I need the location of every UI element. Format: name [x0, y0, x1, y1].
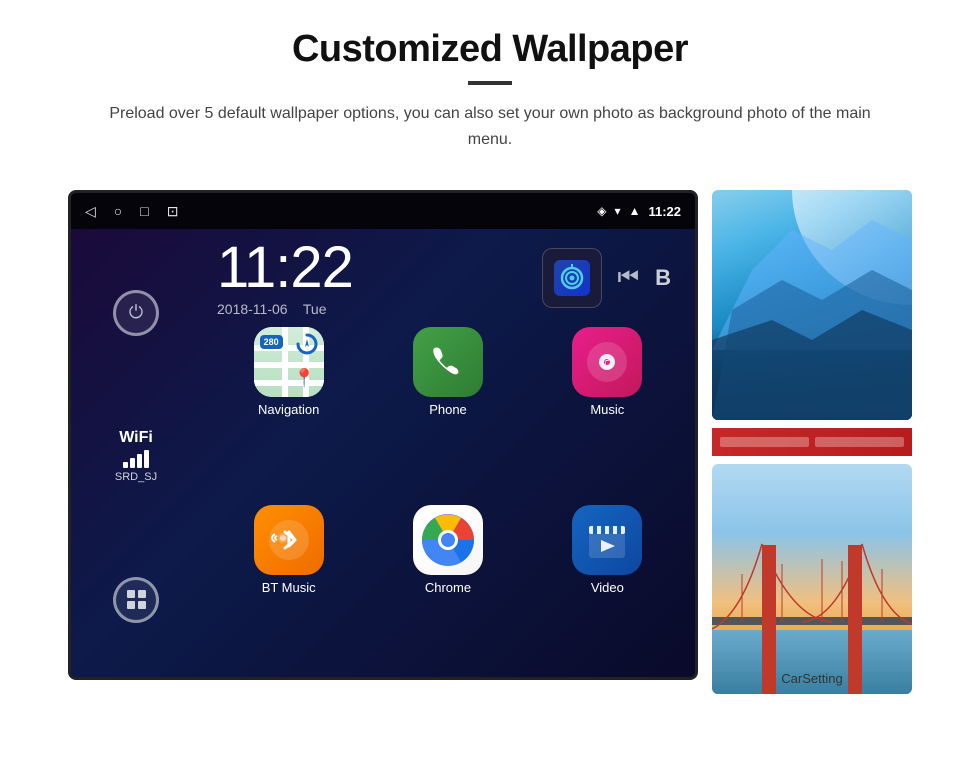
ice-svg: [712, 190, 912, 420]
mid-strip-bar2: [815, 437, 904, 447]
status-bar: ◁ ○ □ ⊡ ◈ ▾ ▲ 11:22: [71, 193, 695, 229]
status-bar-left: ◁ ○ □ ⊡: [85, 203, 178, 220]
wifi-widget: WiFi SRD_SJ: [115, 429, 157, 483]
chrome-icon: [413, 505, 483, 575]
phone-label: Phone: [429, 402, 467, 417]
wifi-ssid: SRD_SJ: [115, 471, 157, 483]
music-svg: ♫: [585, 340, 629, 384]
page-title: Customized Wallpaper: [40, 28, 940, 71]
navigation-icon: 280 📍: [254, 327, 324, 397]
content-area: ◁ ○ □ ⊡ ◈ ▾ ▲ 11:22 ⏻ WiFi: [0, 162, 980, 714]
grid-icon: [127, 590, 146, 609]
video-icon: [572, 505, 642, 575]
phone-app[interactable]: Phone: [372, 327, 523, 497]
video-app[interactable]: Video: [532, 505, 683, 675]
music-app[interactable]: ♫ Music: [532, 327, 683, 497]
wifi-bar-4: [144, 450, 149, 468]
phone-icon: [413, 327, 483, 397]
screenshot-nav-icon[interactable]: ⊡: [167, 203, 179, 220]
svg-text:♫: ♫: [601, 355, 613, 372]
radio-icon: [554, 260, 590, 296]
device-sidebar: ⏻ WiFi SRD_SJ: [71, 229, 201, 680]
grid-dot: [138, 590, 146, 598]
navigation-label: Navigation: [258, 402, 319, 417]
bt-music-label: BT Music: [262, 580, 316, 595]
clock-date: 2018-11-06 Tue: [217, 301, 353, 317]
power-button[interactable]: ⏻: [113, 290, 159, 336]
wifi-bar-2: [130, 458, 135, 468]
device-content: ⏻ WiFi SRD_SJ: [71, 229, 695, 680]
bridge-cables-svg: [712, 464, 912, 694]
music-label: Music: [590, 402, 624, 417]
status-time: 11:22: [648, 204, 681, 219]
mid-strip: [712, 428, 912, 456]
grid-dot: [127, 601, 135, 609]
apps-grid: 280 📍 Navigation: [201, 323, 695, 680]
grid-dot: [127, 590, 135, 598]
clock-display: 11:22 2018-11-06 Tue: [217, 239, 353, 317]
page-description: Preload over 5 default wallpaper options…: [100, 101, 880, 152]
wifi-bar-3: [137, 454, 142, 468]
chrome-svg: [420, 512, 476, 568]
status-bar-right: ◈ ▾ ▲ 11:22: [597, 204, 681, 219]
compass-icon: [296, 333, 318, 355]
device-frame: ◁ ○ □ ⊡ ◈ ▾ ▲ 11:22 ⏻ WiFi: [68, 190, 698, 680]
home-nav-icon[interactable]: ○: [114, 203, 122, 219]
clock-area: 11:22 2018-11-06 Tue: [201, 229, 695, 323]
bridge-wallpaper-thumb[interactable]: CarSetting: [712, 464, 912, 694]
title-divider: [468, 81, 512, 85]
ice-wallpaper-thumb[interactable]: [712, 190, 912, 420]
nav-badge: 280: [260, 335, 283, 349]
bridge-wallpaper-image: CarSetting: [712, 464, 912, 694]
apps-grid-button[interactable]: [113, 577, 159, 623]
chrome-app[interactable]: Chrome: [372, 505, 523, 675]
carsetting-label: CarSetting: [781, 671, 842, 686]
navigation-app[interactable]: 280 📍 Navigation: [213, 327, 364, 497]
video-label: Video: [591, 580, 624, 595]
bt-music-icon: [254, 505, 324, 575]
signal-icon: ▲: [629, 204, 641, 218]
chrome-label: Chrome: [425, 580, 471, 595]
mid-strip-bar: [720, 437, 809, 447]
music-icon: ♫: [572, 327, 642, 397]
ice-wallpaper-image: [712, 190, 912, 420]
carsetting-area: CarSetting: [712, 670, 912, 688]
clock-extras: ⏮ B: [542, 248, 680, 308]
back-nav-icon[interactable]: ◁: [85, 203, 96, 220]
wallpaper-panel: CarSetting: [712, 190, 912, 694]
power-icon: ⏻: [129, 302, 143, 323]
radio-svg: [558, 264, 586, 292]
page-header: Customized Wallpaper Preload over 5 defa…: [0, 0, 980, 162]
device-main: 11:22 2018-11-06 Tue: [201, 229, 695, 680]
location-icon: ◈: [597, 204, 606, 218]
bt-svg: [267, 518, 311, 562]
wifi-status-icon: ▾: [615, 204, 621, 218]
bluetooth-letter: B: [655, 265, 671, 291]
wifi-bars: [115, 450, 157, 468]
video-svg: [583, 516, 631, 564]
grid-dot: [138, 601, 146, 609]
phone-svg: [429, 343, 467, 381]
radio-app-icon[interactable]: [542, 248, 602, 308]
nav-pin-icon: 📍: [293, 368, 315, 389]
skip-button[interactable]: ⏮: [618, 264, 640, 292]
clock-time: 11:22: [217, 239, 353, 297]
wifi-label: WiFi: [115, 429, 157, 447]
bt-music-app[interactable]: BT Music: [213, 505, 364, 675]
wifi-bar-1: [123, 462, 128, 468]
recents-nav-icon[interactable]: □: [140, 203, 148, 219]
